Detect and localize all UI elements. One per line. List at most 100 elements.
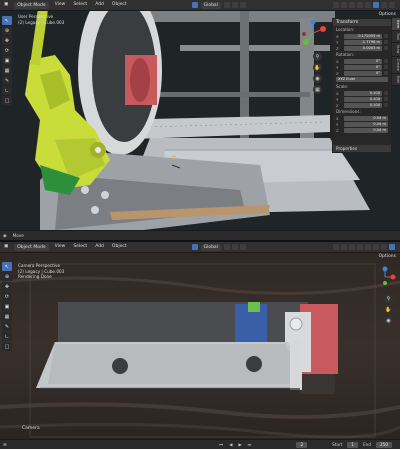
editor-type-icon[interactable]: ▣: [0, 242, 12, 252]
cursor-3d-icon[interactable]: ⊕: [2, 272, 12, 281]
lock-icon[interactable]: [384, 71, 388, 75]
transform-orientation-icon[interactable]: [191, 244, 198, 250]
transform-orientation-icon[interactable]: [191, 2, 198, 8]
lock-icon[interactable]: [384, 103, 388, 107]
cursor-3d-icon[interactable]: ⊕: [2, 26, 12, 35]
scale-y-field[interactable]: 0.100: [344, 96, 382, 102]
playback-menu[interactable]: ☰: [0, 442, 10, 447]
jump-end-icon[interactable]: ⏭: [245, 442, 255, 447]
solid-shading-icon[interactable]: [373, 2, 379, 8]
pivot-icon[interactable]: [223, 244, 230, 250]
transform-icon[interactable]: ▦: [2, 66, 12, 75]
gizmo-toggle-icon[interactable]: [341, 244, 347, 250]
add-cube-icon[interactable]: □: [2, 96, 12, 105]
rotate-icon[interactable]: ⟳: [2, 46, 12, 55]
wireframe-shading-icon[interactable]: [365, 2, 371, 8]
dimensions-y-field[interactable]: 0.04 m: [344, 121, 388, 127]
current-frame-field[interactable]: 2: [296, 441, 308, 448]
visibility-icon[interactable]: [333, 2, 339, 8]
zoom-icon[interactable]: ⚲: [313, 52, 322, 61]
rotate-icon[interactable]: ⟳: [2, 292, 12, 301]
rotation-x-field[interactable]: 0°: [344, 58, 382, 64]
tab-edit[interactable]: Edit: [392, 73, 400, 86]
lock-icon[interactable]: [384, 40, 388, 44]
measure-icon[interactable]: ∟: [2, 86, 12, 95]
scale-z-field[interactable]: 0.100: [344, 102, 382, 108]
solid-shading-icon[interactable]: [373, 244, 379, 250]
select-menu[interactable]: Select: [69, 0, 91, 10]
prev-keyframe-icon[interactable]: ◀: [226, 442, 235, 447]
view-menu[interactable]: View: [51, 0, 70, 10]
overlay-toggle-icon[interactable]: [349, 2, 355, 8]
overlay-toggle-icon[interactable]: [349, 244, 355, 250]
lock-icon[interactable]: [384, 46, 388, 50]
options-dropdown[interactable]: Options: [379, 253, 396, 261]
cursor-icon[interactable]: ↖: [2, 262, 12, 271]
cursor-icon[interactable]: ↖: [2, 16, 12, 25]
orientation-dropdown[interactable]: Global: [200, 1, 221, 9]
tab-item[interactable]: Item: [392, 18, 400, 32]
pan-icon[interactable]: ✋: [384, 305, 393, 314]
orientation-dropdown[interactable]: Global: [200, 243, 221, 251]
snap-icon[interactable]: [231, 244, 238, 250]
camera-icon[interactable]: ◉: [384, 316, 393, 325]
play-icon[interactable]: ▶: [235, 442, 244, 447]
dimensions-x-field[interactable]: 0.04 m: [344, 115, 388, 121]
mode-dropdown[interactable]: Object Mode: [14, 243, 49, 251]
material-shading-icon[interactable]: [381, 244, 387, 250]
rotation-y-field[interactable]: 0°: [344, 64, 382, 70]
lock-icon[interactable]: [384, 91, 388, 95]
zoom-icon[interactable]: ⚲: [384, 294, 393, 303]
add-menu[interactable]: Add: [91, 0, 108, 10]
proportional-edit-icon[interactable]: [239, 244, 246, 250]
pivot-icon[interactable]: [223, 2, 230, 8]
location-y-field[interactable]: -1.7798 m: [344, 39, 382, 45]
add-menu[interactable]: Add: [91, 242, 108, 252]
add-cube-icon[interactable]: □: [2, 342, 12, 351]
annotate-icon[interactable]: ✎: [2, 76, 12, 85]
jump-start-icon[interactable]: ⏮: [216, 442, 226, 447]
tab-view[interactable]: View: [392, 43, 400, 57]
object-menu[interactable]: Object: [108, 242, 131, 252]
rendered-shading-icon[interactable]: [389, 2, 395, 8]
pan-icon[interactable]: ✋: [313, 63, 322, 72]
grid-icon[interactable]: ▦: [313, 85, 322, 94]
scale-icon[interactable]: ▣: [2, 56, 12, 65]
wireframe-shading-icon[interactable]: [365, 244, 371, 250]
move-icon[interactable]: ✥: [2, 36, 12, 45]
xray-icon[interactable]: [357, 2, 363, 8]
mode-dropdown[interactable]: Object Mode: [14, 1, 49, 9]
start-frame-field[interactable]: 1: [347, 441, 359, 448]
snap-icon[interactable]: [231, 2, 238, 8]
gizmo-toggle-icon[interactable]: [341, 2, 347, 8]
transform-header[interactable]: Transform: [333, 19, 391, 26]
select-menu[interactable]: Select: [69, 242, 91, 252]
view-menu[interactable]: View: [51, 242, 70, 252]
top-3d-viewport[interactable]: ▣ Object Mode View Select Add Object Glo…: [0, 0, 400, 240]
editor-type-icon[interactable]: ▣: [0, 0, 12, 10]
rotation-mode-dropdown[interactable]: XYZ Euler: [336, 77, 388, 82]
rotation-z-field[interactable]: 0°: [344, 70, 382, 76]
move-icon[interactable]: ✥: [2, 282, 12, 291]
proportional-edit-icon[interactable]: [239, 2, 246, 8]
camera-icon[interactable]: ◉: [313, 74, 322, 83]
scale-icon[interactable]: ▣: [2, 302, 12, 311]
transform-icon[interactable]: ▦: [2, 312, 12, 321]
tab-create[interactable]: Create: [392, 56, 400, 74]
navigation-gizmo[interactable]: [374, 266, 396, 288]
navigation-gizmo[interactable]: [300, 20, 326, 46]
location-x-field[interactable]: 0.172055 m: [344, 33, 382, 39]
visibility-icon[interactable]: [333, 244, 339, 250]
lock-icon[interactable]: [384, 34, 388, 38]
object-menu[interactable]: Object: [108, 0, 131, 10]
dimensions-z-field[interactable]: 0.04 m: [344, 127, 388, 133]
lock-icon[interactable]: [384, 97, 388, 101]
xray-icon[interactable]: [357, 244, 363, 250]
rendered-shading-icon[interactable]: [389, 244, 395, 250]
tab-tool[interactable]: Tool: [392, 31, 400, 44]
measure-icon[interactable]: ∟: [2, 332, 12, 341]
end-frame-field[interactable]: 250: [376, 441, 392, 448]
lock-icon[interactable]: [384, 59, 388, 63]
lock-icon[interactable]: [384, 65, 388, 69]
annotate-icon[interactable]: ✎: [2, 322, 12, 331]
